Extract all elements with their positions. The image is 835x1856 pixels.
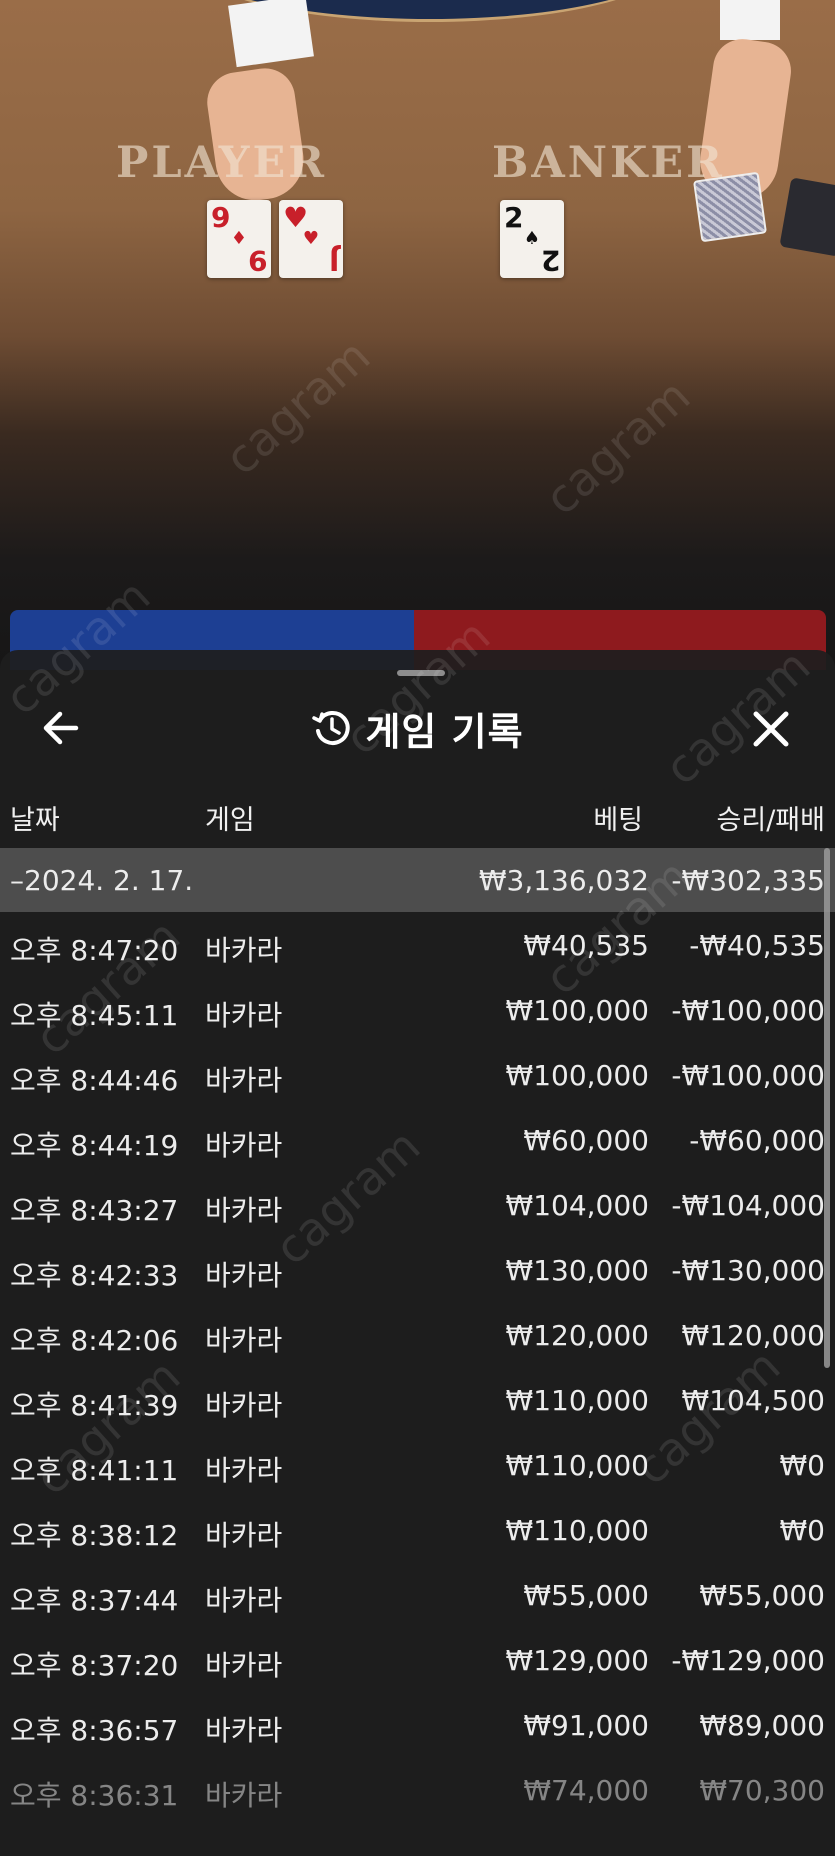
row-bet: ₩55,000 (523, 1579, 649, 1612)
row-bet: ₩110,000 (505, 1514, 649, 1547)
history-row[interactable]: 오후 8:36:57 바카라 ₩91,000 ₩89,000 (0, 1692, 835, 1757)
history-row[interactable]: 오후 8:44:19 바카라 ₩60,000 -₩60,000 (0, 1107, 835, 1172)
card-deck (693, 171, 767, 243)
row-result: -₩104,000 (671, 1189, 825, 1222)
row-bet: ₩74,000 (523, 1774, 649, 1807)
row-time: 오후 8:41:39 (10, 1389, 179, 1422)
row-result: ₩89,000 (699, 1709, 825, 1742)
row-result: -₩130,000 (671, 1254, 825, 1287)
banker-area-label: BANKER (492, 138, 725, 188)
row-result: ₩0 (779, 1449, 826, 1482)
sheet-drag-handle[interactable] (397, 670, 445, 676)
row-time: 오후 8:44:46 (10, 1064, 179, 1097)
row-game: 바카라 (205, 1714, 283, 1747)
group-result-total: -₩302,335 (671, 864, 825, 897)
title-text: 게임 기록 (365, 709, 524, 754)
row-result: -₩100,000 (671, 994, 825, 1027)
history-row[interactable]: 오후 8:43:27 바카라 ₩104,000 -₩104,000 (0, 1172, 835, 1237)
row-game: 바카라 (205, 1649, 283, 1682)
group-date: –2024. 2. 17. (10, 864, 194, 897)
row-time: 오후 8:42:33 (10, 1259, 179, 1292)
column-header-result[interactable]: 승리/패배 (717, 798, 825, 837)
row-bet: ₩100,000 (505, 1059, 649, 1092)
history-row[interactable]: 오후 8:45:11 바카라 ₩100,000 -₩100,000 (0, 977, 835, 1042)
row-time: 오후 8:37:20 (10, 1649, 179, 1682)
player-area-label: PLAYER (116, 138, 327, 188)
player-card-2: ♥ ♥ J (279, 200, 343, 278)
row-time: 오후 8:44:19 (10, 1129, 179, 1162)
row-result: ₩120,000 (681, 1319, 825, 1352)
close-button[interactable] (746, 704, 796, 754)
live-game-video: PLAYER BANKER 9 ♦ 9 ♥ ♥ J 2 ♠ 2 (0, 0, 835, 700)
row-result: ₩0 (779, 1514, 826, 1547)
row-game: 바카라 (205, 934, 283, 967)
player-card-1: 9 ♦ 9 (207, 200, 271, 278)
row-game: 바카라 (205, 1454, 283, 1487)
dealer-sleeve-left (228, 0, 314, 68)
history-row[interactable]: 오후 8:36:31 바카라 ₩74,000 ₩70,300 (0, 1757, 835, 1822)
column-header-bet[interactable]: 베팅 (593, 798, 643, 837)
history-row[interactable]: 오후 8:37:44 바카라 ₩55,000 ₩55,000 (0, 1562, 835, 1627)
dealer-sleeve-right (720, 0, 780, 40)
history-row[interactable]: 오후 8:42:33 바카라 ₩130,000 -₩130,000 (0, 1237, 835, 1302)
history-row[interactable]: 오후 8:41:39 바카라 ₩110,000 ₩104,500 (0, 1367, 835, 1432)
row-game: 바카라 (205, 1584, 283, 1617)
row-time: 오후 8:37:44 (10, 1584, 179, 1617)
row-game: 바카라 (205, 1324, 283, 1357)
history-row[interactable]: 오후 8:44:46 바카라 ₩100,000 -₩100,000 (0, 1042, 835, 1107)
row-time: 오후 8:43:27 (10, 1194, 179, 1227)
scrollbar[interactable] (824, 848, 830, 1368)
column-header-date[interactable]: 날짜 (10, 798, 60, 837)
column-header-game[interactable]: 게임 (205, 798, 255, 837)
row-time: 오후 8:47:20 (10, 934, 179, 967)
row-result: -₩40,535 (689, 929, 825, 962)
row-bet: ₩110,000 (505, 1384, 649, 1417)
row-bet: ₩40,535 (523, 929, 649, 962)
history-list: –2024. 2. 17. ₩3,136,032 -₩302,335 오후 8:… (0, 848, 835, 1822)
row-game: 바카라 (205, 1129, 283, 1162)
close-icon (753, 711, 789, 747)
history-row[interactable]: 오후 8:42:06 바카라 ₩120,000 ₩120,000 (0, 1302, 835, 1367)
row-result: ₩104,500 (681, 1384, 825, 1417)
row-time: 오후 8:36:31 (10, 1779, 179, 1812)
row-game: 바카라 (205, 1259, 283, 1292)
row-game: 바카라 (205, 1194, 283, 1227)
row-result: -₩100,000 (671, 1059, 825, 1092)
row-game: 바카라 (205, 1064, 283, 1097)
card-shoe (779, 177, 835, 257)
row-game: 바카라 (205, 1519, 283, 1552)
row-bet: ₩110,000 (505, 1449, 649, 1482)
row-bet: ₩130,000 (505, 1254, 649, 1287)
row-time: 오후 8:42:06 (10, 1324, 179, 1357)
row-game: 바카라 (205, 1779, 283, 1812)
row-time: 오후 8:41:11 (10, 1454, 179, 1487)
history-row[interactable]: 오후 8:38:12 바카라 ₩110,000 ₩0 (0, 1497, 835, 1562)
row-bet: ₩100,000 (505, 994, 649, 1027)
row-bet: ₩120,000 (505, 1319, 649, 1352)
row-bet: ₩104,000 (505, 1189, 649, 1222)
banker-card-1: 2 ♠ 2 (500, 200, 564, 278)
history-clock-icon (312, 711, 351, 745)
group-bet-total: ₩3,136,032 (478, 864, 649, 897)
row-time: 오후 8:45:11 (10, 999, 179, 1032)
row-game: 바카라 (205, 999, 283, 1032)
row-result: -₩129,000 (671, 1644, 825, 1677)
date-group-row[interactable]: –2024. 2. 17. ₩3,136,032 -₩302,335 (0, 848, 835, 912)
history-row[interactable]: 오후 8:47:20 바카라 ₩40,535 -₩40,535 (0, 912, 835, 977)
row-bet: ₩129,000 (505, 1644, 649, 1677)
row-bet: ₩60,000 (523, 1124, 649, 1157)
row-game: 바카라 (205, 1389, 283, 1422)
table-header: 날짜 게임 베팅 승리/패배 (0, 790, 835, 840)
sheet-header: 게임 기록 (0, 690, 835, 766)
row-result: -₩60,000 (689, 1124, 825, 1157)
row-time: 오후 8:38:12 (10, 1519, 179, 1552)
page-title: 게임 기록 (0, 690, 835, 766)
game-history-sheet: 게임 기록 날짜 게임 베팅 승리/패배 –2024. 2. 17. ₩3,13… (0, 650, 835, 1856)
row-result: ₩70,300 (699, 1774, 825, 1807)
row-bet: ₩91,000 (523, 1709, 649, 1742)
history-row[interactable]: 오후 8:41:11 바카라 ₩110,000 ₩0 (0, 1432, 835, 1497)
history-row[interactable]: 오후 8:37:20 바카라 ₩129,000 -₩129,000 (0, 1627, 835, 1692)
row-time: 오후 8:36:57 (10, 1714, 179, 1747)
row-result: ₩55,000 (699, 1579, 825, 1612)
